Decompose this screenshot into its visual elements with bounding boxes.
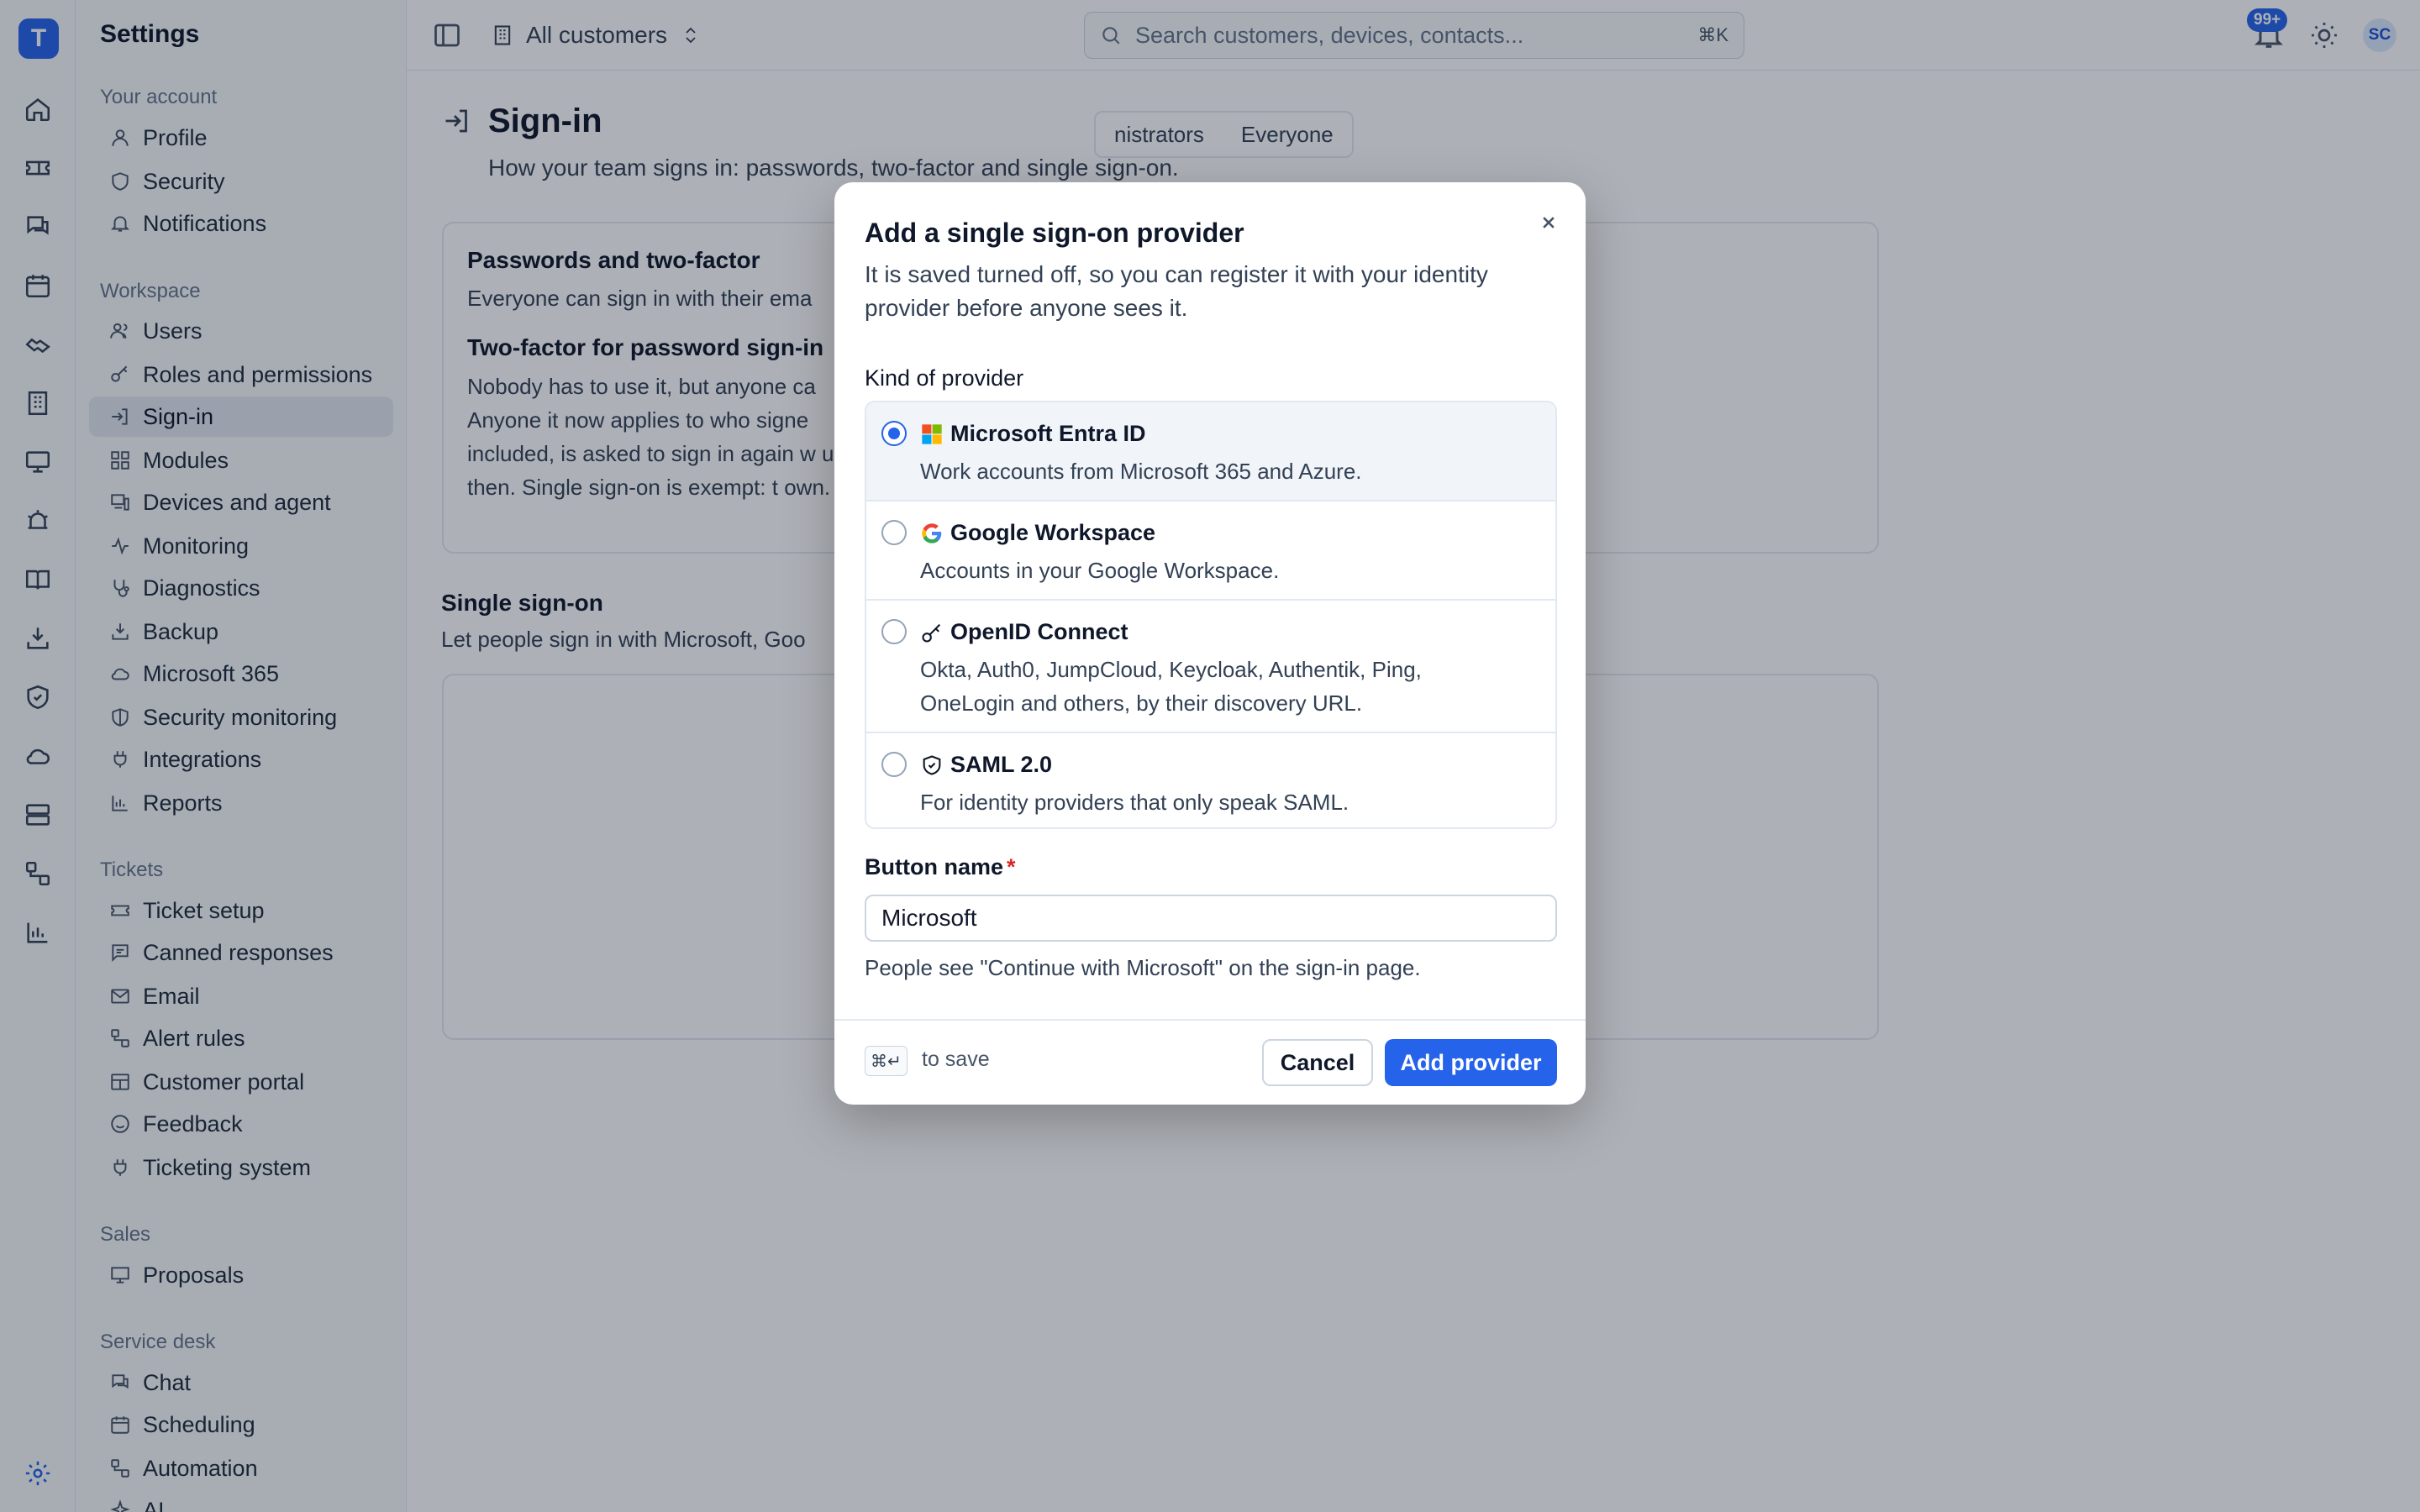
provider-description: Accounts in your Google Workspace.	[920, 558, 1280, 583]
save-shortcut-hint: to save	[922, 1047, 990, 1071]
add-provider-button[interactable]: Add provider	[1385, 1039, 1557, 1086]
provider-name: OpenID Connect	[950, 619, 1128, 644]
button-name-field[interactable]	[865, 895, 1557, 942]
provider-description: Okta, Auth0, JumpCloud, Keycloak, Authen…	[920, 657, 1422, 716]
dialog-title: Add a single sign-on provider	[865, 218, 1244, 248]
google-logo-icon	[922, 523, 942, 543]
button-name-help: People see "Continue with Microsoft" on …	[865, 955, 1421, 980]
radio-openid[interactable]	[881, 619, 907, 644]
radio-google[interactable]	[881, 520, 907, 545]
provider-name: SAML 2.0	[950, 752, 1053, 777]
dialog-footer: ⌘↵ to save Cancel Add provider	[834, 1019, 1586, 1105]
radio-microsoft[interactable]	[881, 421, 907, 446]
provider-kind-label: Kind of provider	[865, 365, 1024, 391]
provider-option-saml[interactable]: SAML 2.0 For identity providers that onl…	[866, 733, 1555, 827]
cancel-button[interactable]: Cancel	[1262, 1039, 1373, 1086]
key-icon	[922, 623, 941, 643]
provider-option-openid[interactable]: OpenID Connect Okta, Auth0, JumpCloud, K…	[866, 601, 1555, 733]
provider-radio-group: Microsoft Entra ID Work accounts from Mi…	[865, 401, 1557, 829]
provider-option-microsoft[interactable]: Microsoft Entra ID Work accounts from Mi…	[866, 402, 1555, 501]
required-marker: *	[1007, 854, 1016, 879]
button-name-label: Button name *	[865, 854, 1016, 879]
dialog-description: It is saved turned off, so you can regis…	[865, 261, 1488, 321]
provider-name: Google Workspace	[950, 520, 1156, 545]
provider-description: Work accounts from Microsoft 365 and Azu…	[920, 459, 1362, 484]
provider-option-google[interactable]: Google Workspace Accounts in your Google…	[866, 501, 1555, 601]
close-icon[interactable]	[1537, 211, 1560, 234]
provider-name: Microsoft Entra ID	[950, 421, 1146, 446]
shield-check-icon	[923, 755, 941, 775]
add-sso-provider-dialog: Add a single sign-on provider It is save…	[834, 182, 1586, 1105]
microsoft-logo-icon	[922, 424, 942, 444]
save-shortcut-key: ⌘↵	[865, 1046, 908, 1076]
radio-saml[interactable]	[881, 752, 907, 777]
provider-description: For identity providers that only speak S…	[920, 790, 1349, 815]
